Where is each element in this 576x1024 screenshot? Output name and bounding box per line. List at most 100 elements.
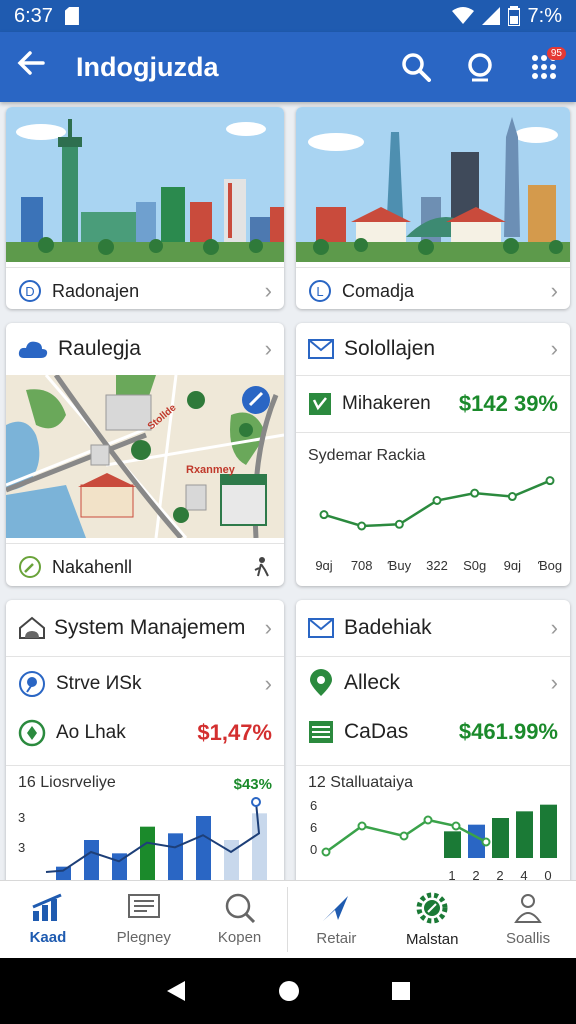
city-card-1[interactable]: D Radonajen › [6, 107, 284, 309]
badehiak-card-header[interactable]: Badehiak › [296, 600, 570, 656]
chevron-right-icon: › [264, 336, 272, 361]
wifi-icon [451, 7, 474, 24]
badehiak-bar [444, 831, 461, 858]
sales-card-title: Solollajen [344, 337, 436, 360]
chat-icon [468, 53, 492, 82]
system-card-title: System Manajemem [54, 616, 246, 639]
sales-metric-label: Mihakeren [342, 393, 431, 414]
city-card-2[interactable]: L Comadja › [296, 107, 570, 309]
sales-x-tick-label: S0g [463, 558, 486, 573]
chevron-right-icon: › [264, 615, 272, 640]
sales-data-point [319, 510, 329, 520]
sales-data-point [432, 496, 442, 505]
badehiak-y-tick-label: 6 [310, 820, 317, 835]
status-time: 6:37 [14, 4, 53, 27]
city-skyline-illustration [296, 107, 570, 262]
badehiak-row-1[interactable]: Alleck › [296, 657, 570, 709]
badehiak-data-point [481, 837, 491, 847]
nav-label-soallis: Soallis [505, 930, 551, 947]
apps-button[interactable]: 95 [512, 35, 576, 99]
list-icon [309, 721, 333, 743]
sales-data-point [470, 488, 480, 498]
search-button[interactable] [384, 35, 448, 99]
badehiak-bar [516, 811, 533, 858]
sales-x-tick-label: 322 [426, 558, 448, 573]
badehiak-card[interactable]: Badehiak › Alleck › CaDas $461.99% 12 St… [296, 600, 570, 890]
city-card-1-label: Radonajen [52, 280, 140, 301]
nav-label-retair: Retair [316, 930, 357, 947]
badehiak-card-title: Badehiak [344, 616, 432, 639]
map-card[interactable]: Raulegja › Rxanmey Stollde Nakahenll [6, 323, 284, 586]
back-button[interactable] [0, 48, 62, 86]
badehiak-bar [540, 804, 557, 858]
search-icon [225, 893, 255, 923]
recents-square-icon[interactable] [391, 981, 411, 1001]
system-card[interactable]: System Manajemem › Strve ИSk › Ao Lhak $… [6, 600, 284, 890]
city-map[interactable]: Rxanmey Stollde [6, 373, 284, 540]
system-row-2[interactable]: Ao Lhak $1,47% [6, 711, 284, 755]
sales-x-tick-label: 9ɑj [315, 558, 332, 573]
sales-x-tick-label: Ɓuy [388, 558, 412, 573]
map-card-header[interactable]: Raulegja › [6, 323, 284, 375]
cloud-icon [18, 341, 48, 358]
back-triangle-icon[interactable] [165, 979, 187, 1003]
person-walk-icon[interactable] [250, 556, 272, 578]
chevron-right-icon: › [550, 670, 558, 695]
sales-x-tick-label: 708 [351, 558, 373, 573]
location-pin-icon [18, 719, 46, 747]
sales-card-header[interactable]: Solollajen › [296, 323, 570, 375]
nav-item-malstan[interactable]: Malstan [384, 881, 480, 958]
battery-percent: 7:% [527, 4, 562, 27]
compass-icon [19, 556, 41, 578]
nav-item-kopen[interactable]: Kopen [192, 881, 288, 958]
badehiak-data-point [399, 831, 409, 841]
system-row-1[interactable]: Strve ИSk › [6, 657, 284, 711]
signal-icon [481, 7, 500, 25]
chat-button[interactable] [448, 35, 512, 99]
status-bar: 6:37 7:% [0, 0, 576, 32]
arrow-left-icon [17, 51, 45, 75]
house-cloud-icon [19, 616, 45, 639]
svg-text:L: L [316, 284, 323, 299]
sales-chart-title: Sydemar Rackia [308, 447, 426, 464]
system-card-header[interactable]: System Manajemem › [6, 600, 284, 656]
sales-card[interactable]: Solollajen › Mihakeren $142 39% Sydemar … [296, 323, 570, 586]
system-data-point [251, 797, 261, 807]
system-bar [252, 813, 267, 880]
badehiak-data-point [357, 821, 367, 831]
badehiak-row-2[interactable]: CaDas $461.99% [296, 709, 570, 755]
notification-badge: 95 [546, 47, 566, 60]
system-row-2-value: $1,47% [197, 720, 272, 745]
nav-label-malstan: Malstan [405, 931, 459, 948]
system-y-tick-label: 3 [18, 840, 25, 855]
svg-text:D: D [25, 284, 34, 299]
city-card-1-footer[interactable]: D Radonajen › [6, 268, 284, 309]
city-card-2-footer[interactable]: L Comadja › [296, 268, 570, 309]
nav-item-plegney[interactable]: Plegney [96, 881, 192, 958]
nav-item-soallis[interactable]: Soallis [480, 881, 576, 958]
user-circle-icon [19, 671, 45, 697]
sales-data-point [545, 476, 555, 486]
nav-label-kopen: Kopen [217, 929, 262, 946]
person-icon [514, 894, 542, 923]
search-icon [402, 53, 431, 82]
mail-icon [308, 618, 334, 638]
document-icon [127, 894, 160, 918]
badehiak-data-point [451, 821, 461, 831]
info-circle-icon: D [19, 280, 41, 302]
home-circle-icon[interactable] [277, 979, 301, 1003]
nav-item-retair[interactable]: Retair [288, 881, 384, 958]
badehiak-y-tick-label: 0 [310, 842, 317, 857]
badehiak-row-2-label: CaDas [344, 720, 409, 743]
system-bar [140, 826, 155, 880]
nav-item-kaad[interactable]: Kaad [0, 881, 96, 958]
system-bar [84, 840, 99, 880]
sales-metric-row[interactable]: Mihakeren $142 39% [296, 376, 570, 432]
mail-icon [308, 339, 334, 359]
sales-x-tick-label: Ɓog [538, 558, 562, 573]
city-card-2-label: Comadja [342, 280, 415, 301]
sim-icon [64, 7, 79, 25]
badehiak-data-point [321, 847, 331, 857]
map-card-footer[interactable]: Nakahenll [6, 544, 284, 586]
gear-icon [416, 892, 448, 924]
